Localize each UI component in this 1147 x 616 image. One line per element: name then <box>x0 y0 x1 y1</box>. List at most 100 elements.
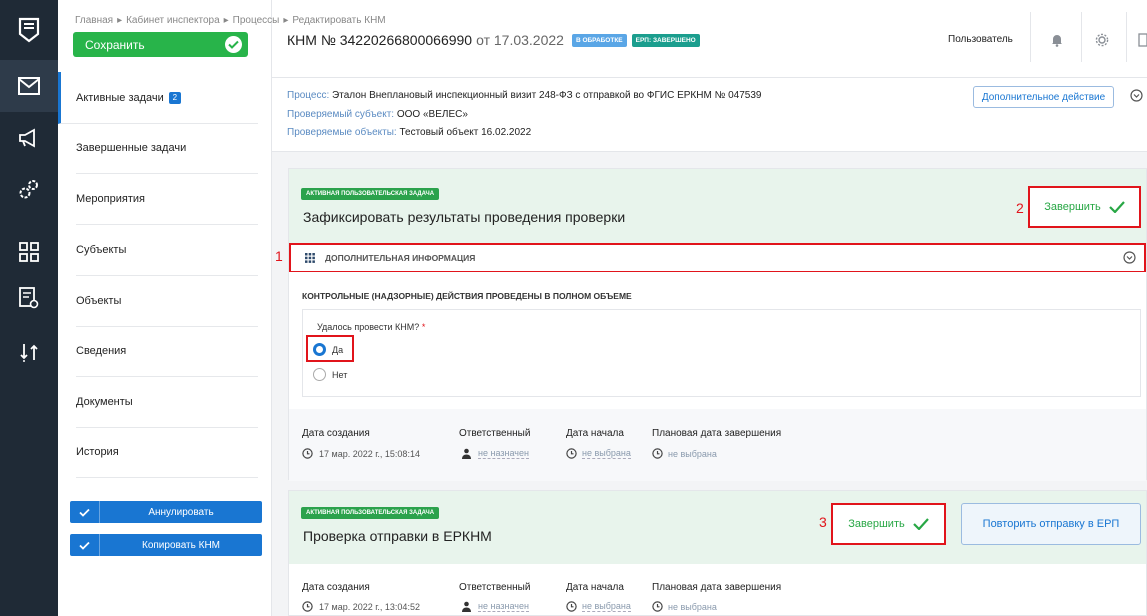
check-icon <box>1108 201 1125 213</box>
finish-label: Завершить <box>1044 201 1101 213</box>
divider <box>1030 12 1031 62</box>
sidebar-item-documents[interactable]: Документы <box>76 376 258 428</box>
annotation-number: 3 <box>819 514 827 530</box>
question-box: Удалось провести КНМ? * Да Нет <box>302 309 1141 397</box>
section-title: КОНТРОЛЬНЫЕ (НАДЗОРНЫЕ) ДЕЙСТВИЯ ПРОВЕДЕ… <box>302 291 632 301</box>
knm-number: КНМ № 34220266800066990 <box>287 32 473 48</box>
sidebar-item-label: Активные задачи <box>76 91 164 104</box>
task-type-badge: АКТИВНАЯ ПОЛЬЗОВАТЕЛЬСКАЯ ЗАДАЧА <box>301 507 440 519</box>
subject-key: Проверяемый субъект: <box>287 109 395 120</box>
radio-no-label: Нет <box>332 369 348 380</box>
additional-info-label: ДОПОЛНИТЕЛЬНАЯ ИНФОРМАЦИЯ <box>325 253 476 263</box>
sidebar-item-events[interactable]: Мероприятия <box>76 173 258 225</box>
finish-button[interactable]: Завершить <box>1028 186 1141 228</box>
required-mark: * <box>421 322 426 332</box>
person-icon <box>462 448 471 459</box>
breadcrumb-processes[interactable]: Процессы <box>233 15 280 26</box>
start-header: Дата начала <box>566 428 624 439</box>
radio-unselected-icon <box>313 368 326 381</box>
sidebar-item-label: Завершенные задачи <box>76 141 187 154</box>
task-title: Проверка отправки в ЕРКНМ <box>303 528 492 544</box>
plan-header: Плановая дата завершения <box>652 428 782 439</box>
copy-knm-button[interactable]: Копировать КНМ <box>70 534 262 556</box>
extra-action-button[interactable]: Дополнительное действие <box>973 86 1114 108</box>
radio-no[interactable]: Нет <box>313 368 347 381</box>
megaphone-icon[interactable] <box>0 112 58 164</box>
mail-icon[interactable] <box>0 60 58 112</box>
divider <box>1081 12 1082 62</box>
sidebar-item-info[interactable]: Сведения <box>76 325 258 377</box>
grid-icon[interactable] <box>0 226 58 278</box>
start-text: не выбрана <box>582 448 631 459</box>
sidebar-item-label: Объекты <box>76 294 122 307</box>
knm-date: от 17.03.2022 <box>476 32 564 48</box>
clock-icon <box>652 601 663 612</box>
task-type-badge: АКТИВНАЯ ПОЛЬЗОВАТЕЛЬСКАЯ ЗАДАЧА <box>301 188 440 200</box>
sidebar-item-label: Сведения <box>76 344 127 357</box>
finish-button[interactable]: Завершить <box>831 503 946 545</box>
responsible-header: Ответственный <box>459 582 531 593</box>
responsible-text: не назначен <box>478 448 529 459</box>
clock-icon <box>652 448 663 459</box>
process-info: Процесс: Эталон Внеплановый инспекционны… <box>272 78 1147 152</box>
start-value[interactable]: не выбрана <box>566 601 631 612</box>
sidebar-item-active-tasks[interactable]: Активные задачи 2 <box>58 72 258 124</box>
responsible-value[interactable]: не назначен <box>461 448 529 459</box>
objects-line: Проверяемые объекты: Тестовый объект 16.… <box>287 127 531 138</box>
highlight-box <box>306 335 354 362</box>
subject-value: ООО «ВЕЛЕС» <box>396 109 468 120</box>
divider <box>1126 12 1127 62</box>
process-line: Процесс: Эталон Внеплановый инспекционны… <box>287 90 761 101</box>
annul-button[interactable]: Аннулировать <box>70 501 262 523</box>
sidebar-item-objects[interactable]: Объекты <box>76 275 258 327</box>
plan-value[interactable]: не выбрана <box>652 601 717 612</box>
check-icon <box>70 534 100 556</box>
sidebar-item-subjects[interactable]: Субъекты <box>76 224 258 276</box>
sidebar-item-label: Субъекты <box>76 243 127 256</box>
plan-value[interactable]: не выбрана <box>652 448 717 459</box>
breadcrumb-separator: ▸ <box>283 15 289 26</box>
retry-erp-button[interactable]: Повторить отправку в ЕРП <box>961 503 1141 545</box>
created-header: Дата создания <box>302 582 370 593</box>
chevron-down-icon[interactable] <box>1130 89 1143 107</box>
clock-icon <box>302 601 313 612</box>
responsible-value[interactable]: не назначен <box>461 601 529 612</box>
sort-icon[interactable] <box>0 326 58 378</box>
bell-icon[interactable] <box>1047 30 1067 50</box>
task-meta-area <box>289 409 1146 481</box>
gear-icon[interactable] <box>1092 30 1112 50</box>
annul-label: Аннулировать <box>148 506 214 518</box>
plan-text: не выбрана <box>668 448 717 459</box>
check-icon <box>70 501 100 523</box>
user-name[interactable]: Пользователь <box>948 34 1013 45</box>
clock-icon <box>566 601 577 612</box>
objects-key: Проверяемые объекты: <box>287 127 397 138</box>
responsible-text: не назначен <box>478 601 529 612</box>
additional-info-toggle[interactable]: ДОПОЛНИТЕЛЬНАЯ ИНФОРМАЦИЯ <box>291 245 1144 271</box>
start-text: не выбрана <box>582 601 631 612</box>
report-icon[interactable] <box>0 272 58 324</box>
count-badge: 2 <box>168 91 181 104</box>
question-text: Удалось провести КНМ? <box>317 322 420 332</box>
plan-header: Плановая дата завершения <box>652 582 782 593</box>
sidebar-item-history[interactable]: История <box>76 426 258 478</box>
check-icon <box>225 36 242 53</box>
sidebar-item-label: Документы <box>76 395 133 408</box>
task-title: Зафиксировать результаты проведения пров… <box>303 209 626 225</box>
annotation-number: 2 <box>1016 200 1024 216</box>
objects-value: Тестовый объект 16.02.2022 <box>399 127 532 138</box>
logo-icon[interactable] <box>0 8 58 52</box>
start-value[interactable]: не выбрана <box>566 448 631 459</box>
created-value: 17 мар. 2022 г., 13:04:52 <box>302 601 420 612</box>
finish-label: Завершить <box>848 518 905 530</box>
chevron-down-icon <box>1123 251 1136 264</box>
breadcrumb-home[interactable]: Главная <box>75 15 113 26</box>
sidebar-item-completed-tasks[interactable]: Завершенные задачи <box>76 122 258 174</box>
save-button[interactable]: Сохранить <box>73 32 248 57</box>
gears-icon[interactable] <box>0 164 58 216</box>
document-icon[interactable] <box>1133 30 1147 50</box>
sidebar-item-label: Мероприятия <box>76 192 145 205</box>
icon-rail <box>0 0 58 616</box>
plan-text: не выбрана <box>668 601 717 612</box>
breadcrumb-inspector[interactable]: Кабинет инспектора <box>126 15 220 26</box>
